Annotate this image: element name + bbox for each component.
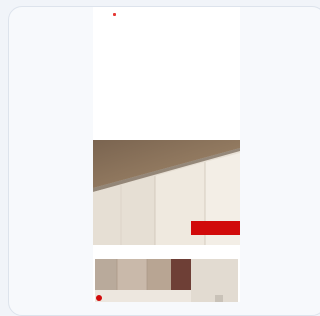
brand-logo-icon: [96, 295, 102, 301]
kitchen-interior-illustration: [95, 259, 238, 302]
kitchen-thumbnail[interactable]: [95, 259, 238, 302]
hero-image[interactable]: [93, 140, 240, 245]
brand-mark-icon: [113, 13, 116, 16]
page-preview[interactable]: [93, 7, 240, 302]
promo-banner[interactable]: [191, 221, 240, 235]
